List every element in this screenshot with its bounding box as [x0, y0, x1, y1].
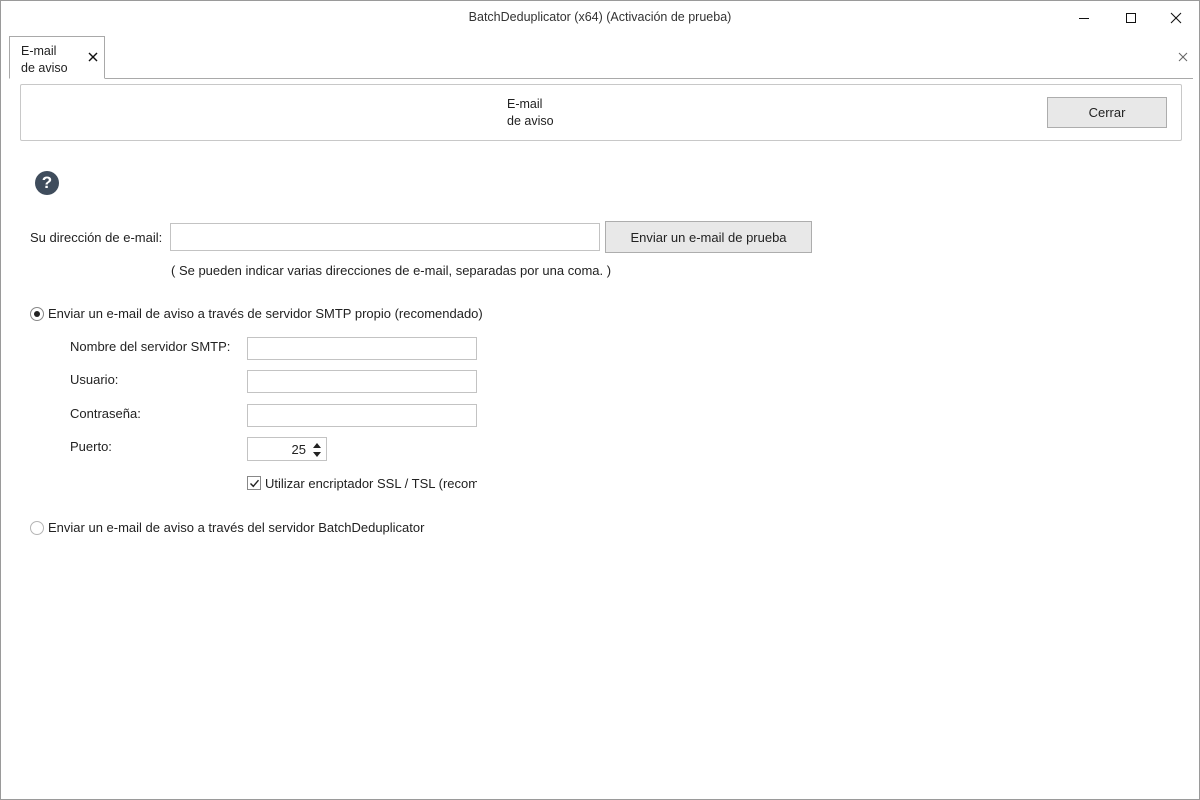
close-icon	[1178, 52, 1188, 62]
close-icon	[88, 52, 98, 62]
tab-label: E-mail de aviso	[21, 44, 68, 75]
password-field[interactable]	[247, 404, 477, 427]
email-label: Su dirección de e-mail:	[30, 230, 163, 245]
close-button[interactable]: Cerrar	[1047, 97, 1167, 128]
server-radio-label[interactable]: Enviar un e-mail de aviso a través del s…	[48, 520, 424, 535]
maximize-icon	[1126, 13, 1136, 23]
minimize-button[interactable]	[1061, 1, 1107, 35]
smtp-radio-label[interactable]: Enviar un e-mail de aviso a través de se…	[48, 306, 483, 321]
header-panel: E-mail de aviso Cerrar	[20, 84, 1182, 141]
email-hint: ( Se pueden indicar varias direcciones d…	[171, 263, 612, 278]
port-label: Puerto:	[70, 439, 112, 454]
close-icon	[1170, 12, 1182, 24]
tab-strip: E-mail de aviso	[9, 35, 1193, 79]
send-test-email-button[interactable]: Enviar un e-mail de prueba	[605, 221, 812, 253]
chevron-up-icon	[313, 442, 321, 448]
minimize-icon	[1079, 18, 1089, 19]
ssl-checkbox-label[interactable]: Utilizar encriptador SSL / TSL (recomend…	[265, 476, 477, 491]
tab-email-alert[interactable]: E-mail de aviso	[9, 36, 105, 79]
window-close-button[interactable]	[1153, 1, 1199, 35]
user-field[interactable]	[247, 370, 477, 393]
password-label: Contraseña:	[70, 406, 141, 421]
app-window: BatchDeduplicator (x64) (Activación de p…	[0, 0, 1200, 800]
close-all-tabs-button[interactable]	[1176, 50, 1190, 64]
port-decrement-button[interactable]	[311, 449, 323, 459]
title-bar: BatchDeduplicator (x64) (Activación de p…	[1, 1, 1199, 35]
page-title: E-mail de aviso	[507, 97, 554, 128]
help-icon[interactable]: ?	[35, 171, 59, 195]
email-field[interactable]	[170, 223, 600, 251]
window-title: BatchDeduplicator (x64) (Activación de p…	[468, 10, 732, 24]
smtp-radio[interactable]	[30, 307, 44, 321]
tab-close-button[interactable]	[86, 50, 100, 64]
chevron-down-icon	[313, 451, 321, 457]
checkmark-icon	[250, 479, 260, 488]
smtp-server-field[interactable]	[247, 337, 477, 360]
maximize-button[interactable]	[1108, 1, 1154, 35]
user-label: Usuario:	[70, 372, 119, 387]
port-stepper[interactable]: 25	[247, 437, 327, 461]
ssl-checkbox[interactable]	[247, 476, 261, 490]
server-radio[interactable]	[30, 521, 44, 535]
port-value[interactable]: 25	[292, 442, 306, 457]
smtp-server-label: Nombre del servidor SMTP:	[70, 339, 231, 354]
